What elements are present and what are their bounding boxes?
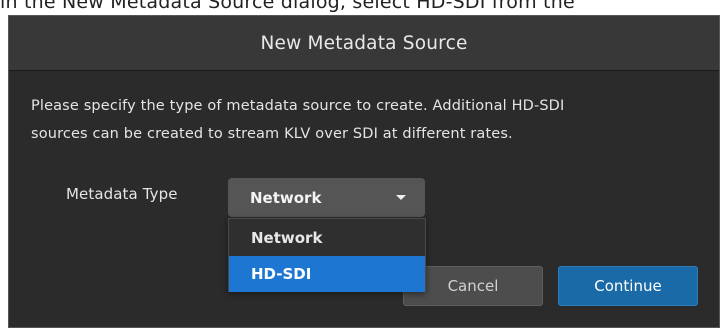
description-line-1: Please specify the type of metadata sour… xyxy=(31,98,565,114)
chevron-down-icon xyxy=(396,195,406,200)
page: in the New Metadata Source dialog, selec… xyxy=(0,0,722,328)
cancel-button-label: Cancel xyxy=(447,277,499,295)
metadata-type-label: Metadata Type xyxy=(66,185,178,203)
continue-button-label: Continue xyxy=(594,277,662,295)
dropdown-option-hd-sdi-label: HD-SDI xyxy=(251,265,312,283)
dialog-header: New Metadata Source xyxy=(9,16,719,71)
background-caption-text: in the New Metadata Source dialog, selec… xyxy=(0,0,575,13)
metadata-type-dropdown-menu: Network HD-SDI xyxy=(228,218,426,292)
metadata-type-selected-value: Network xyxy=(250,188,322,207)
continue-button[interactable]: Continue xyxy=(558,266,698,306)
dialog-description: Please specify the type of metadata sour… xyxy=(31,92,711,148)
dialog-title: New Metadata Source xyxy=(260,32,468,54)
metadata-type-select[interactable]: Network xyxy=(228,178,425,217)
dropdown-option-network[interactable]: Network xyxy=(229,219,425,256)
dropdown-option-network-label: Network xyxy=(251,228,323,247)
description-line-2: sources can be created to stream KLV ove… xyxy=(31,126,513,142)
dropdown-option-hd-sdi[interactable]: HD-SDI xyxy=(229,256,425,292)
